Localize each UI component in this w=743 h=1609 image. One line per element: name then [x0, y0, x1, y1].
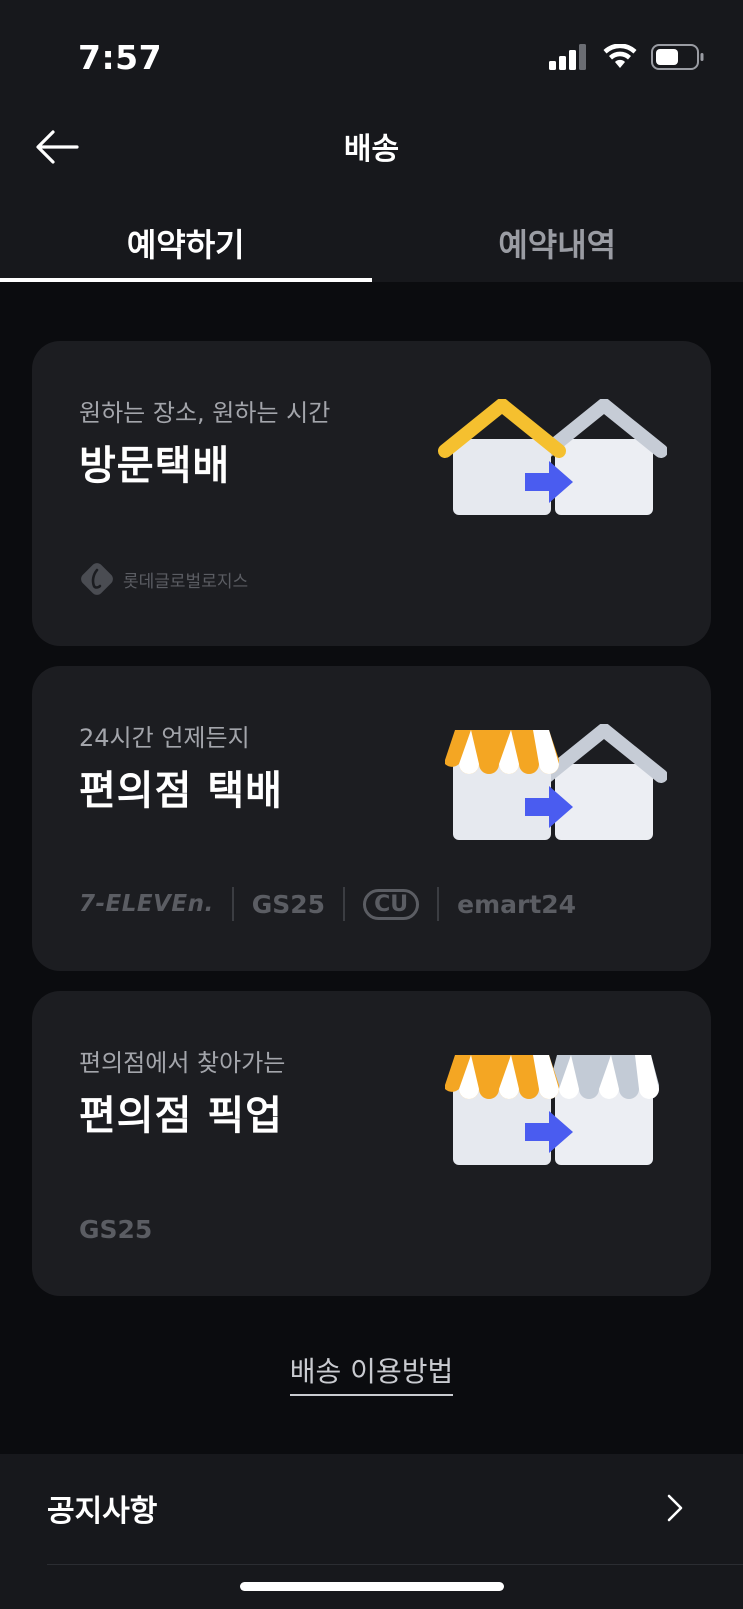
divider	[47, 1564, 743, 1565]
card-title: 방문택배	[79, 443, 231, 489]
brand-list: GS25	[79, 1209, 152, 1249]
home-indicator	[240, 1582, 504, 1591]
brand-cu: CU	[363, 888, 420, 920]
divider	[231, 887, 234, 921]
battery-icon	[651, 44, 704, 70]
chevron-right-icon	[667, 1494, 683, 1522]
card-visit-delivery[interactable]: 원하는 장소, 원하는 시간 방문택배 롯데글로벌로지스	[32, 341, 711, 646]
delivery-guide-link[interactable]: 배송 이용방법	[289, 1355, 454, 1396]
wifi-icon	[603, 44, 637, 68]
page-title: 배송	[343, 132, 400, 167]
card-subtitle: 24시간 언제든지	[79, 724, 250, 752]
divider	[343, 887, 346, 921]
tab-reservation-history[interactable]: 예약내역	[372, 200, 743, 282]
cellular-signal-icon	[549, 44, 586, 70]
brand-list: 7-ELEVEn. GS25 CU emart24	[79, 884, 576, 924]
card-convenience-store-delivery[interactable]: 24시간 언제든지 편의점 택배 7-ELEVEn. GS25 CU emart…	[32, 666, 711, 971]
card-subtitle: 편의점에서 찾아가는	[79, 1049, 286, 1077]
store-to-house-icon	[445, 724, 667, 840]
brand-gs25: GS25	[251, 889, 326, 919]
divider	[437, 887, 440, 921]
status-bar: 7:57	[0, 0, 743, 110]
delivery-guide-link-row: 배송 이용방법	[0, 1350, 743, 1396]
card-title: 편의점 택배	[79, 768, 283, 814]
tab-reserve[interactable]: 예약하기	[0, 200, 372, 282]
brand-7eleven: 7-ELEVEn.	[79, 891, 214, 917]
notice-label: 공지사항	[47, 1494, 158, 1529]
card-convenience-store-pickup[interactable]: 편의점에서 찾아가는 편의점 픽업 GS25	[32, 991, 711, 1296]
notice-row[interactable]: 공지사항	[0, 1454, 743, 1564]
navigation-bar: 배송 예약하기 예약내역	[0, 110, 743, 282]
status-icons	[549, 44, 705, 70]
house-to-house-icon	[438, 399, 667, 515]
tab-bar: 예약하기 예약내역	[0, 200, 743, 282]
card-subtitle: 원하는 장소, 원하는 시간	[79, 399, 331, 427]
brand-list: 롯데글로벌로지스	[79, 559, 248, 599]
brand-lotte: 롯데글로벌로지스	[123, 571, 249, 592]
lotte-logo-icon	[81, 563, 113, 595]
brand-gs25: GS25	[79, 1214, 153, 1244]
brand-emart24: emart24	[457, 889, 577, 919]
card-title: 편의점 픽업	[79, 1093, 283, 1139]
status-time: 7:57	[78, 38, 163, 77]
store-to-store-icon	[445, 1055, 659, 1165]
